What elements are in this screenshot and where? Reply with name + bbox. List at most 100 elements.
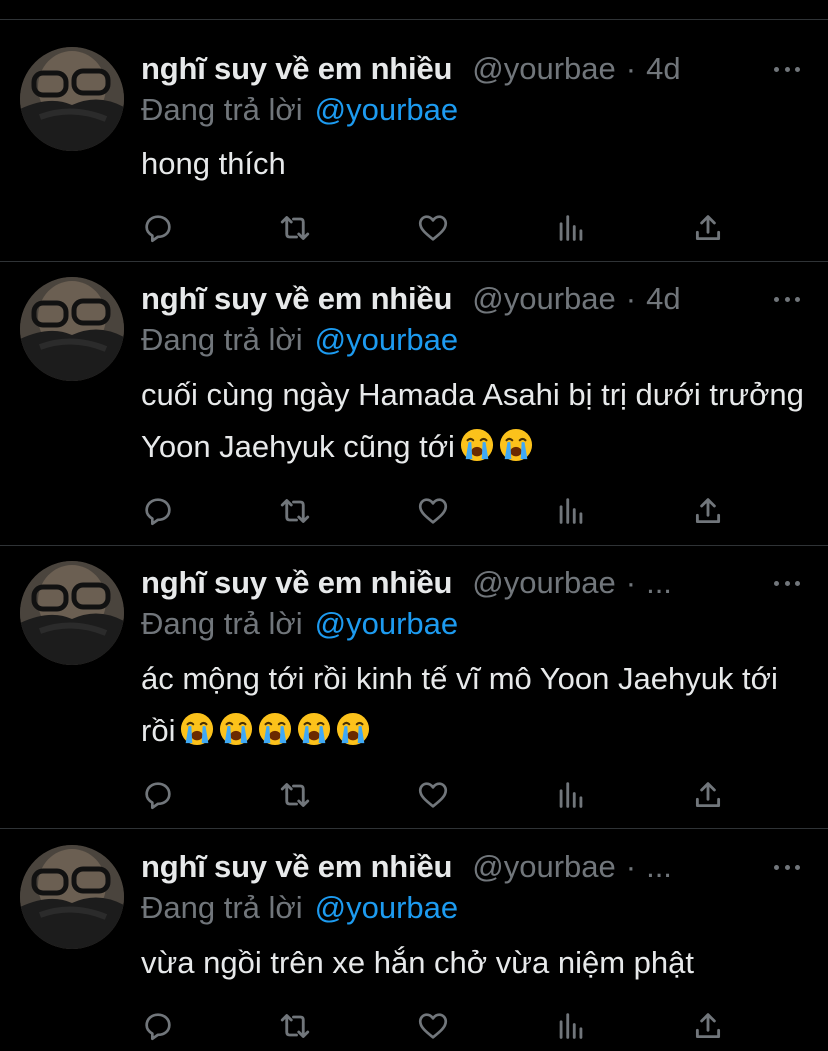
like-icon — [418, 1013, 448, 1039]
views-button[interactable] — [551, 1006, 591, 1046]
tweet[interactable]: nghĩ suy về em nhiều @yourbae · ... Đang… — [0, 829, 828, 1051]
views-icon — [559, 498, 583, 524]
more-options-icon[interactable] — [774, 294, 800, 304]
like-button[interactable] — [413, 775, 453, 815]
share-icon — [695, 1013, 721, 1039]
display-name[interactable]: nghĩ suy về em nhiều — [141, 849, 452, 885]
retweet-icon — [280, 216, 310, 240]
reply-icon — [145, 215, 171, 243]
more-options-icon[interactable] — [774, 578, 800, 588]
separator-dot: · — [625, 565, 637, 600]
timestamp[interactable]: 4d — [646, 281, 680, 317]
loudly-crying-face-emoji — [337, 712, 370, 746]
tweet[interactable]: nghĩ suy về em nhiều @yourbae · ... Đang… — [0, 546, 828, 829]
reply-icon — [145, 1013, 171, 1041]
like-button[interactable] — [413, 491, 453, 531]
replying-to: Đang trả lời @yourbae — [141, 604, 458, 644]
avatar[interactable] — [20, 561, 124, 665]
views-button[interactable] — [551, 775, 591, 815]
reply-label: Đang trả lời — [141, 322, 303, 357]
reply-button[interactable] — [138, 775, 178, 815]
share-button[interactable] — [688, 208, 728, 248]
tweet-text: vừa ngồi trên xe hắn chở vừa niệm phật — [141, 937, 811, 989]
tweet-header: nghĩ suy về em nhiều @yourbae · 4d — [141, 279, 804, 319]
tweet-header: nghĩ suy về em nhiều @yourbae · ... — [141, 563, 804, 603]
reply-icon — [145, 782, 171, 810]
views-icon — [559, 782, 583, 808]
loudly-crying-face-emoji — [181, 712, 214, 746]
views-icon — [559, 215, 583, 241]
reply-label: Đang trả lời — [141, 606, 303, 641]
loudly-crying-face-emoji — [460, 428, 493, 462]
reply-to-handle-link[interactable]: @yourbae — [315, 92, 459, 128]
tweet-text: ác mộng tới rồi kinh tế vĩ mô Yoon Jaehy… — [141, 653, 811, 757]
user-handle[interactable]: @yourbae — [472, 281, 616, 317]
avatar-image — [20, 561, 124, 665]
tweet[interactable]: nghĩ suy về em nhiều @yourbae · 4d Đang … — [0, 262, 828, 546]
views-button[interactable] — [551, 208, 591, 248]
share-button[interactable] — [688, 491, 728, 531]
tweet-text-content: hong thích — [141, 146, 286, 181]
tweet-text: hong thích — [141, 138, 811, 190]
reply-button[interactable] — [138, 208, 178, 248]
separator-dot: · — [625, 281, 637, 316]
like-icon — [418, 498, 448, 524]
user-handle[interactable]: @yourbae — [472, 565, 616, 601]
retweet-icon — [280, 783, 310, 807]
retweet-icon — [280, 499, 310, 523]
tweet-actions — [141, 491, 731, 531]
avatar[interactable] — [20, 277, 124, 381]
like-icon — [418, 215, 448, 241]
reply-button[interactable] — [138, 1006, 178, 1046]
replying-to: Đang trả lời @yourbae — [141, 888, 458, 928]
loudly-crying-face-emoji — [499, 428, 532, 462]
share-button[interactable] — [688, 1006, 728, 1046]
loudly-crying-face-emoji — [220, 712, 253, 746]
tweet-header: nghĩ suy về em nhiều @yourbae · ... — [141, 847, 804, 887]
retweet-button[interactable] — [275, 491, 315, 531]
replying-to: Đang trả lời @yourbae — [141, 90, 458, 130]
share-icon — [695, 215, 721, 241]
like-button[interactable] — [413, 208, 453, 248]
views-button[interactable] — [551, 491, 591, 531]
avatar[interactable] — [20, 845, 124, 949]
more-options-icon[interactable] — [774, 862, 800, 872]
separator-dot: · — [625, 849, 637, 884]
views-icon — [559, 1013, 583, 1039]
tweet-actions — [141, 1006, 731, 1046]
display-name[interactable]: nghĩ suy về em nhiều — [141, 51, 452, 87]
user-handle[interactable]: @yourbae — [472, 51, 616, 87]
timestamp[interactable]: 4d — [646, 51, 680, 87]
replying-to: Đang trả lời @yourbae — [141, 320, 458, 360]
avatar[interactable] — [20, 47, 124, 151]
timestamp[interactable]: ... — [646, 849, 672, 885]
reply-label: Đang trả lời — [141, 890, 303, 925]
like-button[interactable] — [413, 1006, 453, 1046]
reply-to-handle-link[interactable]: @yourbae — [315, 890, 459, 926]
more-options-icon[interactable] — [774, 64, 800, 74]
display-name[interactable]: nghĩ suy về em nhiều — [141, 281, 452, 317]
avatar-image — [20, 277, 124, 381]
user-handle[interactable]: @yourbae — [472, 849, 616, 885]
retweet-button[interactable] — [275, 208, 315, 248]
tweet-header: nghĩ suy về em nhiều @yourbae · 4d — [141, 49, 804, 89]
share-button[interactable] — [688, 775, 728, 815]
reply-label: Đang trả lời — [141, 92, 303, 127]
share-icon — [695, 498, 721, 524]
reply-icon — [145, 498, 171, 526]
tweet-actions — [141, 775, 731, 815]
reply-to-handle-link[interactable]: @yourbae — [315, 606, 459, 642]
tweet-text-content: vừa ngồi trên xe hắn chở vừa niệm phật — [141, 945, 694, 980]
timestamp[interactable]: ... — [646, 565, 672, 601]
retweet-button[interactable] — [275, 1006, 315, 1046]
tweet[interactable]: nghĩ suy về em nhiều @yourbae · 4d Đang … — [0, 20, 828, 262]
separator-dot: · — [625, 51, 637, 86]
loudly-crying-face-emoji — [298, 712, 331, 746]
display-name[interactable]: nghĩ suy về em nhiều — [141, 565, 452, 601]
reply-to-handle-link[interactable]: @yourbae — [315, 322, 459, 358]
retweet-icon — [280, 1014, 310, 1038]
reply-button[interactable] — [138, 491, 178, 531]
loudly-crying-face-emoji — [259, 712, 292, 746]
retweet-button[interactable] — [275, 775, 315, 815]
tweet-actions — [141, 208, 731, 248]
